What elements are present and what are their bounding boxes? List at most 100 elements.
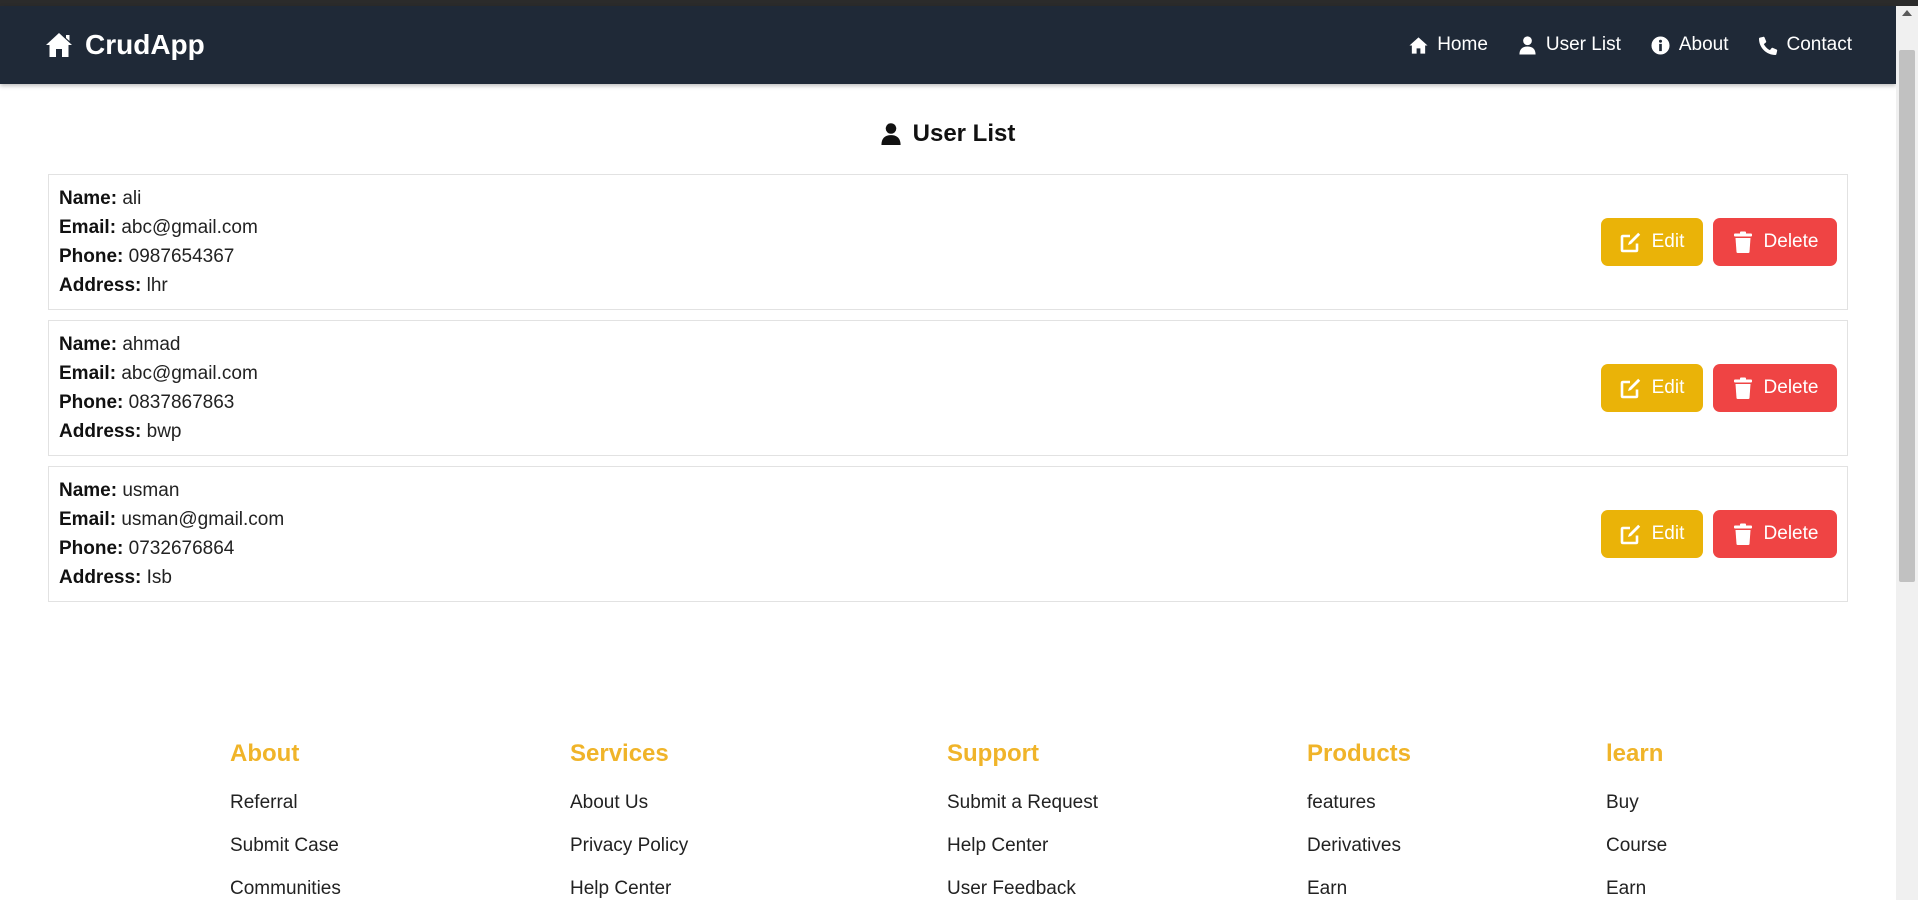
user-card: Name: ali Email: abc@gmail.com Phone: 09…	[48, 174, 1848, 310]
footer-link[interactable]: Submit a Request	[947, 792, 1098, 835]
footer-heading: Services	[570, 740, 669, 767]
user-name: usman	[122, 480, 180, 501]
phone-icon	[1758, 36, 1777, 55]
trash-icon	[1733, 231, 1752, 253]
delete-button[interactable]: Delete	[1713, 510, 1837, 558]
user-address: bwp	[146, 421, 182, 442]
user-phone: 0837867863	[128, 392, 235, 413]
trash-icon	[1733, 523, 1752, 545]
user-name: ali	[122, 188, 142, 209]
navbar: CrudApp Home User List About Contact	[0, 6, 1896, 84]
user-info: Name: ahmad Email: abc@gmail.com Phone: …	[59, 330, 258, 446]
footer-link[interactable]: Earn	[1307, 878, 1411, 900]
home-icon	[1409, 36, 1428, 54]
delete-button-label: Delete	[1763, 523, 1819, 544]
footer-column-learn: learn Buy Course Earn	[1606, 740, 1667, 900]
name-label: Name:	[59, 334, 118, 355]
user-phone: 0732676864	[128, 538, 235, 559]
user-phone-row: Phone: 0732676864	[59, 534, 284, 563]
edit-button-label: Edit	[1651, 231, 1685, 252]
user-address: lhr	[146, 275, 168, 296]
user-actions: Edit Delete	[1601, 510, 1837, 558]
user-card: Name: ahmad Email: abc@gmail.com Phone: …	[48, 320, 1848, 456]
footer-link[interactable]: Communities	[230, 878, 341, 900]
user-address-row: Address: Isb	[59, 563, 284, 592]
footer-link[interactable]: Submit Case	[230, 835, 341, 878]
footer-link[interactable]: Referral	[230, 792, 341, 835]
nav-user-list-label: User List	[1545, 34, 1621, 55]
footer-heading: Support	[947, 740, 1039, 767]
footer-column-support: Support Submit a Request Help Center Use…	[947, 740, 1098, 900]
scroll-up-arrow[interactable]	[1902, 10, 1912, 16]
nav-home[interactable]: Home	[1409, 34, 1488, 56]
vertical-scrollbar[interactable]	[1896, 6, 1918, 900]
user-icon	[1519, 35, 1536, 55]
name-label: Name:	[59, 480, 118, 501]
scrollbar-thumb[interactable]	[1899, 50, 1915, 582]
user-phone: 0987654367	[128, 246, 235, 267]
user-phone-row: Phone: 0987654367	[59, 242, 258, 271]
email-label: Email:	[59, 363, 117, 384]
user-email: abc@gmail.com	[121, 217, 258, 238]
delete-button-label: Delete	[1763, 377, 1819, 398]
user-name: ahmad	[122, 334, 181, 355]
footer-heading: Products	[1307, 740, 1412, 767]
user-email-row: Email: abc@gmail.com	[59, 213, 258, 242]
nav-about[interactable]: About	[1651, 34, 1729, 56]
footer-link[interactable]: About Us	[570, 792, 688, 835]
footer-link[interactable]: Buy	[1606, 792, 1667, 835]
nav-links: Home User List About Contact	[1409, 34, 1852, 56]
nav-user-list[interactable]: User List	[1518, 34, 1621, 56]
user-address: Isb	[146, 567, 172, 588]
delete-button-label: Delete	[1763, 231, 1819, 252]
user-name-row: Name: ahmad	[59, 330, 258, 359]
edit-button-label: Edit	[1651, 377, 1685, 398]
user-email: abc@gmail.com	[121, 363, 258, 384]
edit-icon	[1620, 232, 1640, 253]
nav-about-label: About	[1678, 34, 1729, 55]
user-email-row: Email: usman@gmail.com	[59, 505, 284, 534]
user-email-row: Email: abc@gmail.com	[59, 359, 258, 388]
footer-link[interactable]: Help Center	[570, 878, 688, 900]
edit-icon	[1620, 524, 1640, 545]
edit-button[interactable]: Edit	[1601, 510, 1703, 558]
nav-contact-label: Contact	[1786, 34, 1852, 55]
user-card: Name: usman Email: usman@gmail.com Phone…	[48, 466, 1848, 602]
footer-link[interactable]: Privacy Policy	[570, 835, 688, 878]
footer-column-about: About Referral Submit Case Communities	[230, 740, 341, 900]
address-label: Address:	[59, 275, 142, 296]
name-label: Name:	[59, 188, 118, 209]
user-address-row: Address: bwp	[59, 417, 258, 446]
nav-contact[interactable]: Contact	[1758, 34, 1852, 56]
footer-link[interactable]: features	[1307, 792, 1411, 835]
footer-link[interactable]: User Feedback	[947, 878, 1098, 900]
user-actions: Edit Delete	[1601, 364, 1837, 412]
user-list: Name: ali Email: abc@gmail.com Phone: 09…	[48, 174, 1848, 602]
user-actions: Edit Delete	[1601, 218, 1837, 266]
address-label: Address:	[59, 421, 142, 442]
brand-link[interactable]: CrudApp	[45, 29, 205, 61]
user-info: Name: ali Email: abc@gmail.com Phone: 09…	[59, 184, 258, 300]
user-name-row: Name: ali	[59, 184, 258, 213]
user-email: usman@gmail.com	[121, 509, 285, 530]
phone-label: Phone:	[59, 392, 124, 413]
address-label: Address:	[59, 567, 142, 588]
footer-link[interactable]: Help Center	[947, 835, 1098, 878]
home-icon	[46, 33, 72, 57]
delete-button[interactable]: Delete	[1713, 364, 1837, 412]
footer-link[interactable]: Derivatives	[1307, 835, 1411, 878]
page-title: User List	[0, 120, 1896, 148]
brand-name: CrudApp	[85, 29, 205, 60]
user-name-row: Name: usman	[59, 476, 284, 505]
user-info: Name: usman Email: usman@gmail.com Phone…	[59, 476, 284, 592]
footer-link[interactable]: Course	[1606, 835, 1667, 878]
email-label: Email:	[59, 509, 117, 530]
email-label: Email:	[59, 217, 117, 238]
nav-home-label: Home	[1437, 34, 1488, 55]
edit-button[interactable]: Edit	[1601, 218, 1703, 266]
footer-link[interactable]: Earn	[1606, 878, 1667, 900]
edit-button[interactable]: Edit	[1601, 364, 1703, 412]
phone-label: Phone:	[59, 246, 124, 267]
delete-button[interactable]: Delete	[1713, 218, 1837, 266]
footer-heading: About	[230, 740, 300, 767]
